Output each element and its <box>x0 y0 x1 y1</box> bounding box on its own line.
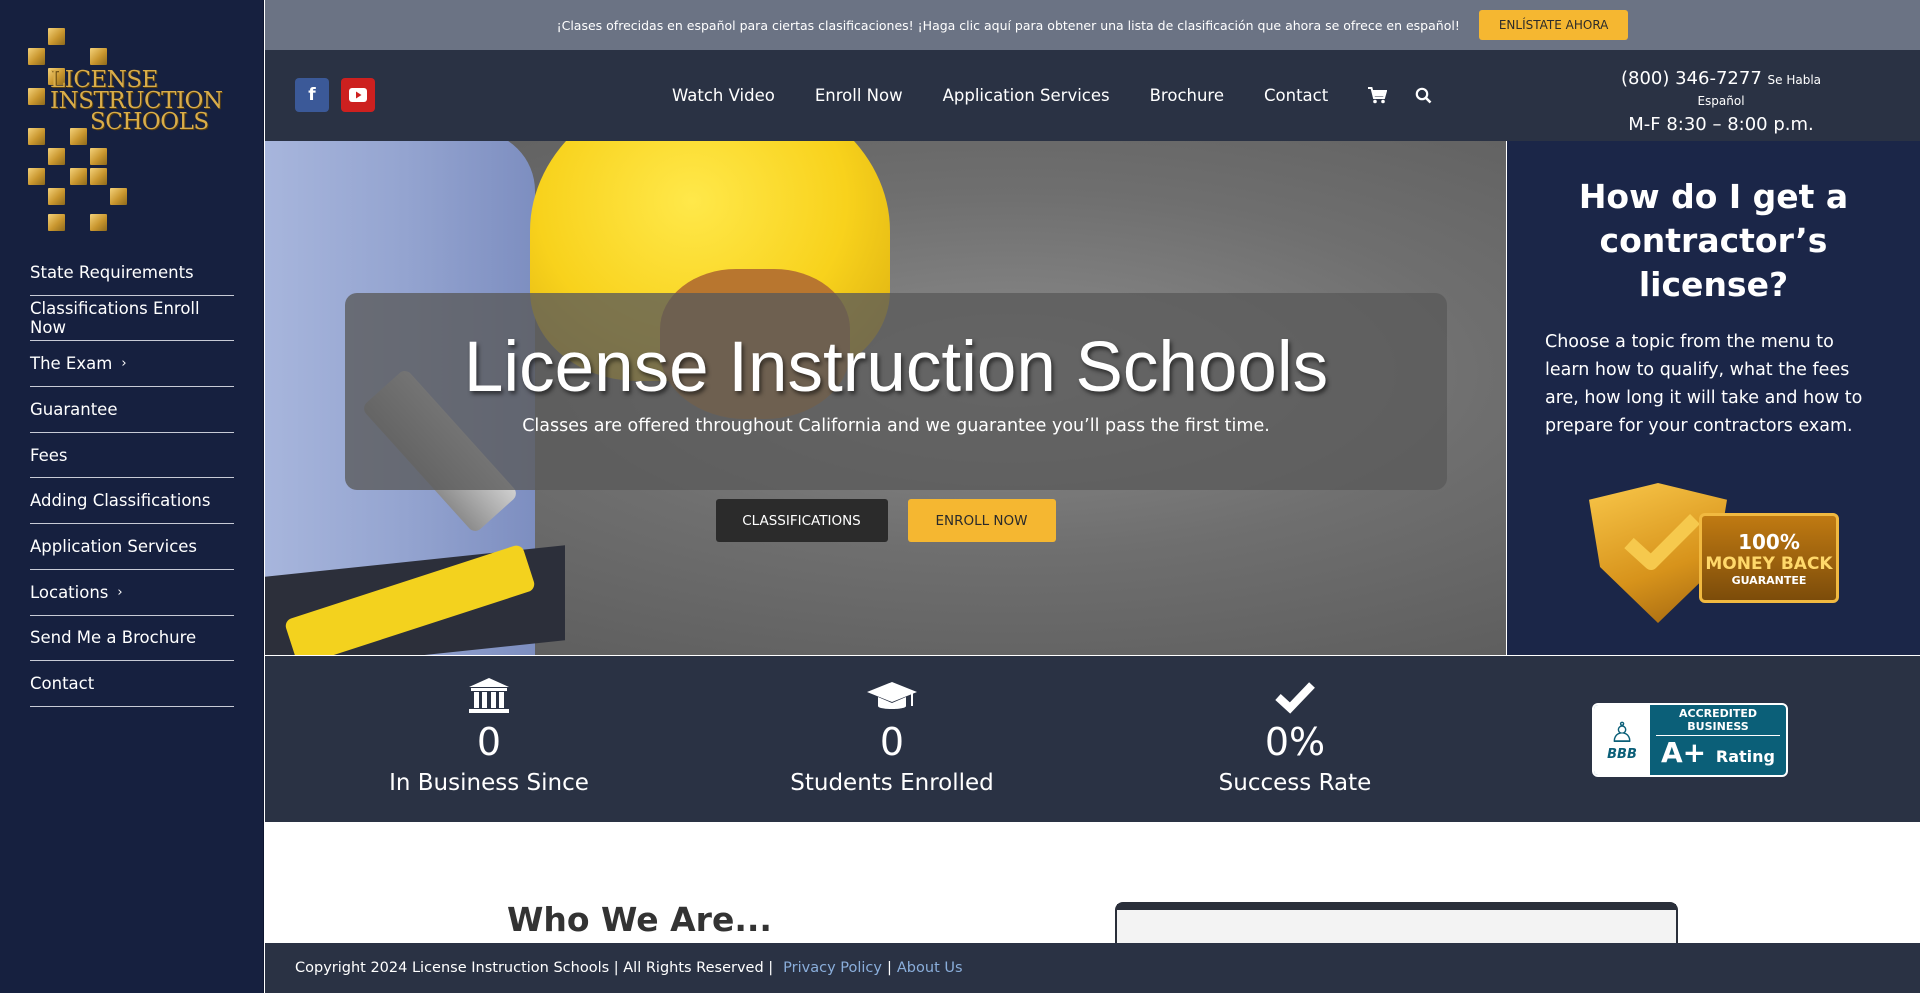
contact-info: (800) 346-7277 Se Habla Español M-F 8:30… <box>1601 68 1841 135</box>
badge-line-2: MONEY BACK <box>1705 553 1833 574</box>
phone-number[interactable]: (800) 346-7277 <box>1621 68 1762 89</box>
facebook-icon[interactable]: f <box>295 78 329 112</box>
sidebar-item-label: State Requirements <box>30 262 194 282</box>
site-logo[interactable]: LICENSE INSTRUCTION SCHOOLS <box>28 28 236 234</box>
chevron-right-icon: › <box>117 584 123 600</box>
nav-contact[interactable]: Contact <box>1264 86 1328 105</box>
bbb-rating: A+ <box>1661 735 1707 769</box>
hero-overlay: License Instruction Schools Classes are … <box>345 293 1447 490</box>
spanish-classes-banner: ¡Clases ofrecidas en español para cierta… <box>265 0 1920 50</box>
sidebar-item-fees[interactable]: Fees <box>30 433 234 479</box>
stat-value: 0 <box>476 720 502 764</box>
check-icon <box>1165 678 1425 716</box>
sidebar: LICENSE INSTRUCTION SCHOOLS State Requir… <box>0 0 264 993</box>
checkmark-icon <box>1624 514 1700 570</box>
sidebar-item-locations[interactable]: Locations › <box>30 570 234 616</box>
stat-label: Students Enrolled <box>790 770 994 796</box>
badge-line-1: 100% <box>1738 529 1800 554</box>
cart-icon[interactable] <box>1368 87 1388 104</box>
nav-enroll-now[interactable]: Enroll Now <box>815 86 903 105</box>
sidebar-item-label: Fees <box>30 445 68 465</box>
bbb-accredited-text: ACCREDITED BUSINESS <box>1656 707 1780 736</box>
sidebar-nav: State Requirements Classifications Enrol… <box>30 250 234 707</box>
sidebar-item-contact[interactable]: Contact <box>30 661 234 707</box>
how-to-get-license-panel: How do I get a contractor’s license? Cho… <box>1507 141 1920 655</box>
sidebar-item-label: Guarantee <box>30 399 118 419</box>
sidebar-item-guarantee[interactable]: Guarantee <box>30 387 234 433</box>
graduation-cap-icon <box>762 678 1022 716</box>
youtube-icon[interactable] <box>341 78 375 112</box>
nav-application-services[interactable]: Application Services <box>943 86 1110 105</box>
sidebar-item-label: Send Me a Brochure <box>30 628 197 648</box>
bbb-logo: ♙ BBB <box>1594 705 1650 775</box>
enroll-now-button[interactable]: ENROLL NOW <box>907 499 1056 542</box>
social-links: f <box>295 78 375 112</box>
banner-message[interactable]: ¡Clases ofrecidas en español para cierta… <box>557 18 1460 33</box>
stat-value: 0 <box>879 720 905 764</box>
sidebar-item-label: Adding Classifications <box>30 491 211 511</box>
hero-buttons: CLASSIFICATIONS ENROLL NOW <box>265 499 1506 542</box>
torch-icon: ♙ <box>1609 715 1635 749</box>
badge-line-3: GUARANTEE <box>1731 573 1807 587</box>
panel-body: Choose a topic from the menu to learn ho… <box>1545 332 1863 436</box>
guarantee-ribbon: 100% MONEY BACK GUARANTEE <box>1699 513 1839 603</box>
sidebar-item-label: Classifications Enroll Now <box>30 299 200 338</box>
stat-label: Success Rate <box>1218 770 1372 796</box>
stat-label: In Business Since <box>389 770 589 796</box>
enlist-now-button[interactable]: ENLÍSTATE AHORA <box>1478 10 1629 40</box>
stat-in-business: 0 In Business Since <box>359 678 619 796</box>
business-hours: M-F 8:30 – 8:00 p.m. <box>1628 114 1814 135</box>
bbb-accredited-badge[interactable]: ♙ BBB ACCREDITED BUSINESS A+ Rating <box>1592 703 1788 777</box>
panel-title: How do I get a contractor’s license? <box>1578 177 1849 304</box>
sidebar-item-label: Locations <box>30 582 109 602</box>
sidebar-item-application-services[interactable]: Application Services <box>30 524 234 570</box>
chevron-right-icon: › <box>121 356 127 372</box>
hero-subtitle: Classes are offered throughout Californi… <box>522 416 1270 436</box>
bank-icon <box>359 678 619 716</box>
money-back-guarantee-badge[interactable]: 100% MONEY BACK GUARANTEE <box>1589 483 1839 623</box>
bbb-rating-word: Rating <box>1715 746 1775 766</box>
nav-brochure[interactable]: Brochure <box>1150 86 1224 105</box>
classifications-button[interactable]: CLASSIFICATIONS <box>715 499 888 542</box>
sidebar-item-label: Contact <box>30 674 95 694</box>
sidebar-item-the-exam[interactable]: The Exam › <box>30 341 234 388</box>
hero-title: License Instruction Schools <box>463 328 1329 407</box>
sidebar-item-label: Application Services <box>30 536 198 556</box>
privacy-policy-link[interactable]: Privacy Policy <box>783 960 882 976</box>
logo-line-3: SCHOOLS <box>90 109 209 135</box>
main-nav: Watch Video Enroll Now Application Servi… <box>672 50 1460 141</box>
stat-students-enrolled: 0 Students Enrolled <box>762 678 1022 796</box>
copyright-text: Copyright 2024 License Instruction Schoo… <box>295 960 774 976</box>
sidebar-item-classifications-enroll[interactable]: Classifications Enroll Now <box>30 296 234 342</box>
stats-bar: 0 In Business Since 0 Students Enrolled … <box>265 656 1920 822</box>
stat-value: 0% <box>1264 720 1326 764</box>
search-icon[interactable] <box>1415 87 1432 104</box>
sidebar-item-state-requirements[interactable]: State Requirements <box>30 250 234 296</box>
hero-section: License Instruction Schools Classes are … <box>265 141 1506 655</box>
site-header: f Watch Video Enroll Now Application Ser… <box>265 50 1920 141</box>
sidebar-item-adding-classifications[interactable]: Adding Classifications <box>30 478 234 525</box>
sidebar-item-label: The Exam <box>30 354 113 374</box>
logo-wordmark: LICENSE INSTRUCTION SCHOOLS <box>50 69 223 135</box>
sidebar-item-send-brochure[interactable]: Send Me a Brochure <box>30 616 234 662</box>
about-us-link[interactable]: About Us <box>897 960 963 976</box>
nav-watch-video[interactable]: Watch Video <box>672 86 775 105</box>
who-we-are-heading: Who We Are... <box>507 900 772 939</box>
stat-success-rate: 0% Success Rate <box>1165 678 1425 796</box>
site-footer: Copyright 2024 License Instruction Schoo… <box>265 943 1920 993</box>
